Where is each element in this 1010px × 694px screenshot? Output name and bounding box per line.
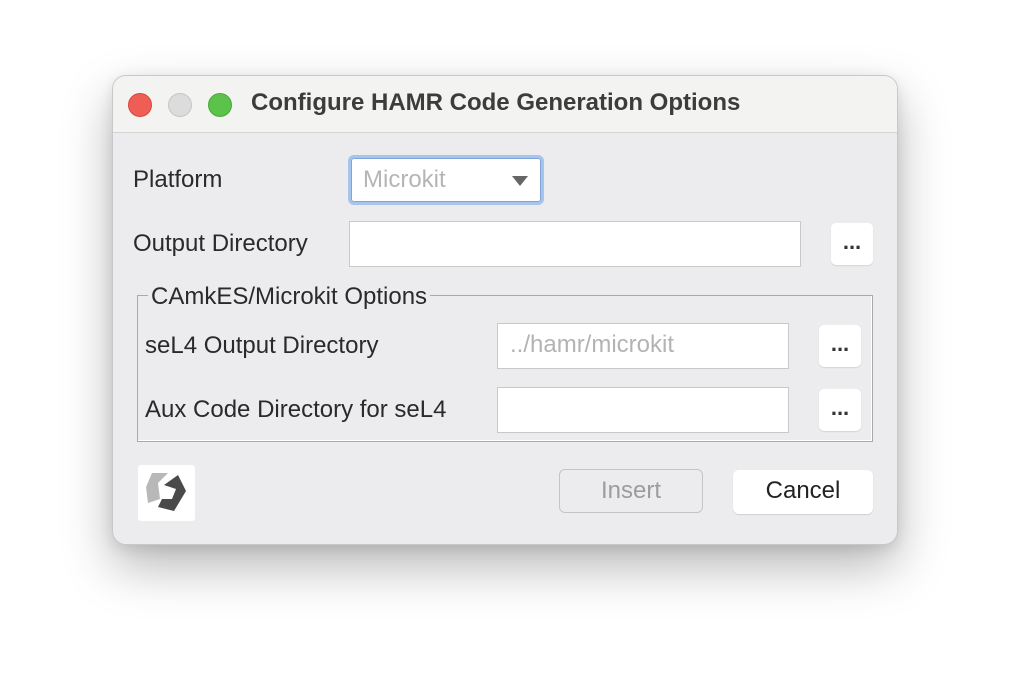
sel4-output-directory-browse-button[interactable]: ... [819, 325, 861, 367]
chevron-down-icon[interactable] [512, 176, 528, 186]
sel4-output-directory-field[interactable]: ../hamr/microkit [497, 323, 789, 369]
close-window-button[interactable] [128, 93, 152, 117]
platform-label: Platform [133, 166, 223, 193]
output-directory-field[interactable] [349, 221, 801, 267]
insert-button[interactable]: Insert [559, 469, 703, 513]
sel4-output-directory-label: seL4 Output Directory [145, 332, 379, 359]
platform-select[interactable]: Microkit [348, 155, 544, 205]
output-directory-label: Output Directory [133, 230, 308, 257]
platform-selected-value: Microkit [363, 166, 446, 193]
hamr-logo-icon [138, 465, 195, 521]
title-bar[interactable]: Configure HAMR Code Generation Options [113, 76, 897, 133]
aux-code-directory-browse-button[interactable]: ... [819, 389, 861, 431]
output-directory-browse-button[interactable]: ... [831, 223, 873, 265]
window-title: Configure HAMR Code Generation Options [251, 89, 741, 116]
camkes-microkit-options-title: CAmkES/Microkit Options [148, 283, 431, 311]
cancel-button[interactable]: Cancel [733, 470, 873, 514]
aux-code-directory-field[interactable] [497, 387, 789, 433]
logo-graphic [146, 473, 186, 511]
maximize-window-button[interactable] [208, 93, 232, 117]
configure-dialog: Configure HAMR Code Generation Options P… [112, 75, 898, 545]
minimize-window-button[interactable] [168, 93, 192, 117]
aux-code-directory-label: Aux Code Directory for seL4 [145, 396, 447, 423]
